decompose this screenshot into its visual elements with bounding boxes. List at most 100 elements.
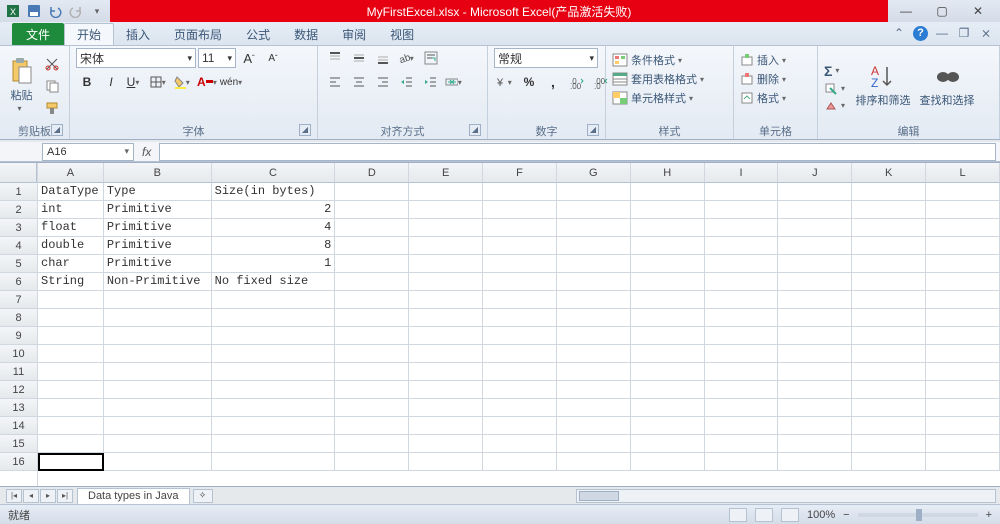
border-button[interactable]: ▾ [148,72,170,92]
cell[interactable] [212,363,336,381]
cell[interactable] [557,345,631,363]
cell[interactable]: Type [104,183,212,201]
cell[interactable] [104,309,212,327]
cell[interactable] [483,399,557,417]
cell[interactable] [852,363,926,381]
cell[interactable] [778,273,852,291]
cell[interactable] [483,201,557,219]
cell[interactable] [631,453,705,471]
cell[interactable] [778,201,852,219]
cell[interactable] [778,219,852,237]
format-cells-button[interactable]: 格式▾ [740,90,790,106]
row-header[interactable]: 1 [0,183,37,201]
row-header[interactable]: 5 [0,255,37,273]
cell[interactable]: No fixed size [212,273,336,291]
bold-button[interactable]: B [76,72,98,92]
cell[interactable] [409,309,483,327]
cell[interactable] [557,183,631,201]
fx-icon[interactable]: fx [142,145,151,159]
cell[interactable] [852,291,926,309]
cell[interactable] [104,417,212,435]
tab-insert[interactable]: 插入 [114,23,162,45]
row-header[interactable]: 4 [0,237,37,255]
grid[interactable]: ABCDEFGHIJKL DataTypeTypeSize(in bytes)i… [38,163,1000,486]
cell[interactable] [38,345,104,363]
cell[interactable] [926,417,1000,435]
cell[interactable] [631,219,705,237]
conditional-format-button[interactable]: 条件格式▾ [612,52,686,68]
cell[interactable] [483,435,557,453]
cell[interactable] [335,435,409,453]
cell[interactable] [926,219,1000,237]
cell[interactable] [705,417,779,435]
cell[interactable] [631,345,705,363]
cell[interactable] [852,309,926,327]
view-pagelayout-button[interactable] [755,508,773,522]
select-all-corner[interactable] [0,163,37,183]
cell[interactable] [409,201,483,219]
cell[interactable] [778,345,852,363]
cell[interactable] [557,381,631,399]
column-header[interactable]: K [852,163,926,183]
cell[interactable]: int [38,201,104,219]
cell[interactable] [631,435,705,453]
cell[interactable] [852,201,926,219]
merge-center-icon[interactable]: ▾ [444,72,466,92]
cell[interactable] [631,363,705,381]
cell[interactable] [38,309,104,327]
cell[interactable] [212,399,336,417]
view-normal-button[interactable] [729,508,747,522]
ribbon-minimize-icon[interactable]: ⌃ [891,25,907,41]
cell[interactable] [631,327,705,345]
cut-icon[interactable] [41,54,63,74]
cell[interactable]: 1 [212,255,336,273]
workbook-restore-icon[interactable]: ❐ [956,25,972,41]
cell[interactable] [557,363,631,381]
tab-review[interactable]: 审阅 [330,23,378,45]
cell[interactable] [335,345,409,363]
row-header[interactable]: 3 [0,219,37,237]
cell[interactable] [852,237,926,255]
tab-data[interactable]: 数据 [282,23,330,45]
row-header[interactable]: 10 [0,345,37,363]
cell[interactable] [926,255,1000,273]
cell[interactable] [38,453,104,471]
row-header[interactable]: 15 [0,435,37,453]
close-button[interactable]: ✕ [964,1,992,21]
cell[interactable] [778,399,852,417]
cell[interactable] [557,219,631,237]
column-header[interactable]: F [483,163,557,183]
autosum-button[interactable]: Σ▾ [824,63,843,79]
underline-button[interactable]: U▾ [124,72,146,92]
cell[interactable] [409,381,483,399]
cell[interactable] [705,327,779,345]
decrease-indent-icon[interactable] [396,72,418,92]
clear-button[interactable]: ▾ [824,99,849,113]
cell[interactable] [483,219,557,237]
cell[interactable] [483,273,557,291]
sort-filter-button[interactable]: AZ 排序和筛选 [853,63,913,108]
cell[interactable] [483,327,557,345]
cell[interactable] [631,183,705,201]
cell[interactable] [483,453,557,471]
column-header[interactable]: C [212,163,336,183]
cell[interactable] [409,417,483,435]
number-format-combo[interactable]: 常规▾ [494,48,598,68]
save-icon[interactable] [25,3,43,19]
cell[interactable] [631,201,705,219]
cell[interactable] [409,291,483,309]
cell[interactable] [852,453,926,471]
zoom-in-button[interactable]: + [986,509,992,521]
column-header[interactable]: A [38,163,104,183]
cell[interactable] [483,417,557,435]
qat-dropdown-icon[interactable]: ▾ [88,3,106,19]
paste-button[interactable]: 粘贴 ▾ [6,58,37,113]
cell[interactable] [926,291,1000,309]
cell[interactable] [705,435,779,453]
tab-pagelayout[interactable]: 页面布局 [162,23,234,45]
cell[interactable] [557,453,631,471]
cell[interactable] [926,363,1000,381]
cell[interactable] [631,291,705,309]
cell[interactable] [705,291,779,309]
column-header[interactable]: I [705,163,779,183]
